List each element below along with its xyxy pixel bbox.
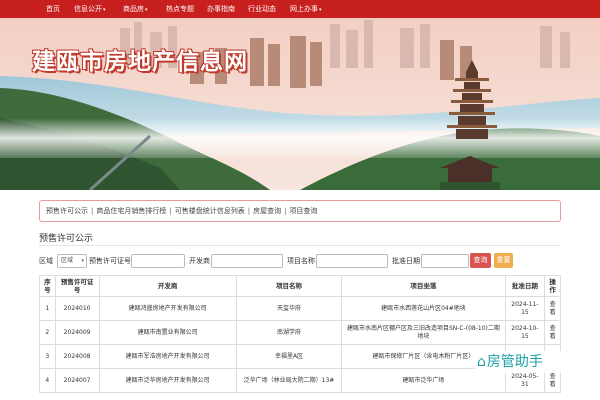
column-header-no: 序号 (39, 275, 56, 297)
nav-item-label: 网上办事 (290, 5, 318, 13)
top-nav: 首页 信息公开▾ 商品房▾ 热点专题 办事指南 行业动态 网上办事▾ (0, 0, 600, 18)
tab-separator: | (247, 207, 251, 215)
cell-permit: 2024007 (54, 368, 100, 393)
view-link[interactable]: 查看 (544, 296, 561, 321)
cell-no: 3 (39, 344, 56, 369)
approval-date-input[interactable] (421, 254, 469, 268)
region-select[interactable]: 区域 ▾ (57, 254, 87, 268)
nav-item-label: 首页 (46, 5, 60, 13)
column-header-project: 项目名称 (235, 275, 343, 297)
tab-separator: | (169, 207, 172, 215)
column-header-location: 项目坐落 (341, 275, 506, 297)
chevron-down-icon: ▾ (319, 7, 322, 13)
nav-item-hot-topics[interactable]: 热点专题 (166, 0, 194, 18)
region-label: 区域 (39, 257, 53, 265)
permit-number-input[interactable] (131, 254, 185, 268)
cell-no: 1 (39, 296, 56, 321)
tab-available-projects[interactable]: 可售楼盘统计信息列表 (175, 207, 245, 215)
nav-item-label: 行业动态 (248, 5, 276, 13)
cell-no: 4 (39, 368, 56, 393)
tab-separator: | (91, 207, 94, 215)
cell-date: 2024-10-15 (504, 320, 546, 345)
presale-permit-table: 序号 预售许可证号 开发商 项目名称 项目坐落 批准日期 操作 1 202401… (39, 275, 561, 393)
tab-house-query[interactable]: 房屋查询 (253, 207, 281, 215)
cell-permit: 2024009 (54, 320, 100, 345)
nav-item-home[interactable]: 首页 (46, 0, 60, 18)
column-header-developer: 开发商 (98, 275, 237, 297)
cell-developer: 建瓯市南置业有限公司 (98, 320, 237, 345)
cell-developer: 建瓯市军浩房地产开发有限公司 (98, 344, 237, 369)
tab-monthly-sales-ranking[interactable]: 商品住宅月销售排行榜 (96, 207, 166, 215)
reset-button[interactable]: 重置 (494, 253, 513, 268)
app-watermark: ⌂房管助手 (475, 351, 590, 373)
page-title: 预售许可公示 (39, 234, 94, 244)
column-header-permit: 预售许可证号 (54, 275, 100, 297)
watermark-text: 房管助手 (486, 354, 543, 370)
nav-item-label: 信息公开 (74, 5, 102, 13)
project-name-label: 项目名称 (287, 257, 315, 265)
nav-item-label: 热点专题 (166, 5, 194, 13)
table-row: 1 2024010 建瓯鸿盛房地产开发有限公司 天玺华府 建瓯市水西莲花山片区0… (39, 296, 561, 321)
cell-location: 建瓯市水南片区棚户区及三旧改造项目SN-C-(08-10)二期地块 (341, 320, 506, 345)
nav-item-guide[interactable]: 办事指南 (207, 0, 235, 18)
chevron-down-icon: ▾ (103, 7, 106, 13)
developer-label: 开发商 (189, 257, 210, 265)
cell-project: 幸福里A区 (235, 344, 343, 369)
chevron-down-icon: ▾ (145, 7, 148, 13)
developer-input[interactable] (211, 254, 283, 268)
column-header-action: 操作 (544, 275, 561, 297)
cell-permit: 2024010 (54, 296, 100, 321)
nav-item-industry-news[interactable]: 行业动态 (248, 0, 276, 18)
cell-project: 天玺华府 (235, 296, 343, 321)
cell-no: 2 (39, 320, 56, 345)
section-tabs: 预售许可公示 | 商品住宅月销售排行榜 | 可售楼盘统计信息列表 | 房屋查询 | 项目查询 (39, 200, 561, 222)
permit-number-label: 预售许可证号 (89, 257, 131, 265)
nav-item-online-services[interactable]: 网上办事▾ (290, 0, 322, 18)
nav-item-label: 商品房 (123, 5, 144, 13)
cell-permit: 2024008 (54, 344, 100, 369)
cell-developer: 建瓯鸿盛房地产开发有限公司 (98, 296, 237, 321)
cell-project: 南湖学府 (235, 320, 343, 345)
nav-item-info-disclosure[interactable]: 信息公开▾ (74, 0, 106, 18)
cell-developer: 建瓯市泛华房地产开发有限公司 (98, 368, 237, 393)
title-divider (39, 245, 561, 246)
region-select-value: 区域 (61, 257, 74, 264)
site-title: 建瓯市房地产信息网 (32, 49, 248, 75)
cell-date: 2024-11-15 (504, 296, 546, 321)
table-header-row: 序号 预售许可证号 开发商 项目名称 项目坐落 批准日期 操作 (39, 275, 561, 297)
nav-item-label: 办事指南 (207, 5, 235, 13)
project-name-input[interactable] (316, 254, 388, 268)
table-row: 2 2024009 建瓯市南置业有限公司 南湖学府 建瓯市水南片区棚户区及三旧改… (39, 320, 561, 345)
tab-presale-permit[interactable]: 预售许可公示 (46, 207, 88, 215)
nav-item-commercial-housing[interactable]: 商品房▾ (123, 0, 148, 18)
tab-separator: | (284, 207, 287, 215)
search-filter-bar: 区域 区域 ▾ 预售许可证号 开发商 项目名称 批准日期 查询 重置 (39, 253, 561, 268)
cell-location: 建瓯市水西莲花山片区04#地块 (341, 296, 506, 321)
chevron-down-icon: ▾ (81, 258, 84, 264)
view-link[interactable]: 查看 (544, 320, 561, 345)
tab-project-query[interactable]: 项目查询 (289, 207, 317, 215)
query-button[interactable]: 查询 (470, 253, 491, 268)
approval-date-label: 批准日期 (392, 257, 420, 265)
column-header-date: 批准日期 (504, 275, 546, 297)
hero-banner: 建瓯市房地产信息网 (0, 18, 600, 190)
house-icon: ⌂ (477, 354, 486, 370)
cell-project: 泛华广场（林业局大院二期）13# (235, 368, 343, 393)
